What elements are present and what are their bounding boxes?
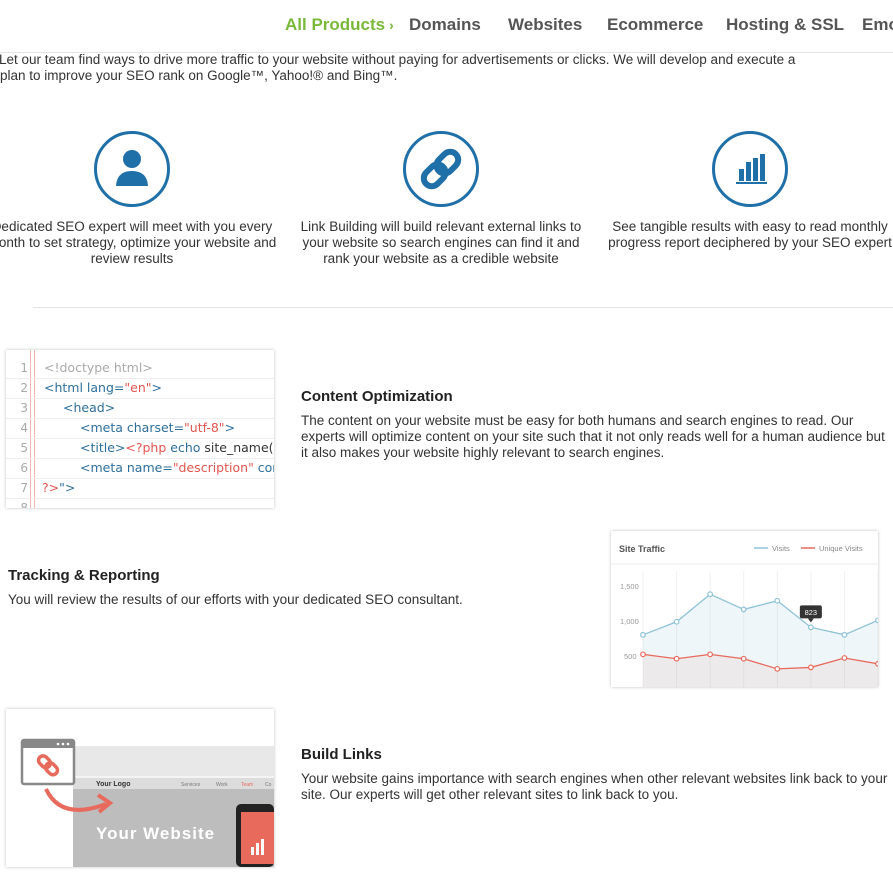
feature-link-building: Link Building will build relevant extern… — [296, 131, 586, 267]
data-point — [875, 617, 878, 624]
data-point — [841, 655, 848, 661]
nav-item-label: All Products — [285, 15, 386, 34]
section-title-tracking: Tracking & Reporting — [8, 567, 160, 584]
divider — [33, 307, 893, 308]
nav-ecommerce[interactable]: Ecommerce — [607, 15, 703, 35]
data-point — [841, 631, 848, 638]
chart-title: Site Traffic — [619, 544, 665, 554]
tooltip-value: 823 — [805, 608, 818, 617]
data-point — [707, 591, 714, 598]
data-point — [774, 665, 781, 672]
intro-text: Let our team find ways to drive more tra… — [0, 52, 796, 83]
svg-text:Co: Co — [265, 782, 272, 788]
nav-email[interactable]: Emo — [862, 15, 893, 35]
section-text-build-links: Your website gains importance with searc… — [301, 771, 888, 802]
data-point — [807, 664, 814, 671]
data-point — [875, 660, 878, 667]
top-nav: All Products › Domains Websites Ecommerce… — [0, 0, 893, 53]
nav-all-products[interactable]: All Products › — [285, 15, 394, 35]
data-point — [640, 651, 646, 658]
data-point — [673, 655, 680, 662]
data-point — [774, 597, 781, 604]
user-icon — [94, 131, 170, 207]
code-illustration: 1 <!doctype html> 2 <html lang="en"> 3 <hea… — [6, 350, 274, 508]
section-title-content-optimization: Content Optimization — [301, 388, 453, 405]
data-point — [673, 618, 680, 625]
svg-text:Services: Services — [181, 782, 201, 788]
nav-hosting-ssl[interactable]: Hosting & SSL — [726, 15, 844, 35]
section-title-build-links: Build Links — [301, 746, 382, 763]
data-point — [707, 651, 714, 658]
feature-results: See tangible results with easy to read m… — [605, 131, 893, 251]
data-point — [740, 606, 747, 613]
tooltip-pointer — [807, 618, 814, 623]
legend-unique-visits: Unique Visits — [819, 544, 863, 553]
bar-chart-icon — [712, 131, 788, 207]
link-icon — [403, 131, 479, 207]
y-tick-label: 1,500 — [620, 582, 639, 591]
section-text-content-optimization: The content on your website must be easy… — [301, 413, 885, 460]
feature-text: Dedicated SEO expert will meet with you … — [0, 219, 277, 266]
site-traffic-chart: Site Traffic Visits Unique Visits 1,500 … — [611, 531, 878, 687]
legend-visits: Visits — [772, 544, 790, 553]
section-text-tracking: You will review the results of our effor… — [8, 592, 463, 607]
nav-domains[interactable]: Domains — [409, 15, 481, 35]
mock-hero-text: Your Website — [96, 824, 215, 843]
y-tick-label: 1,000 — [620, 617, 639, 626]
website-illustration: Your Logo Services Work Team Co Your Web… — [6, 709, 274, 867]
feature-seo-expert: Dedicated SEO expert will meet with you … — [0, 131, 277, 267]
svg-text:Team: Team — [241, 782, 253, 788]
traffic-chart-svg: Site Traffic Visits Unique Visits 1,500 … — [611, 544, 878, 687]
y-tick-label: 500 — [624, 652, 637, 661]
mock-logo: Your Logo — [96, 781, 130, 788]
svg-text:Work: Work — [216, 782, 228, 788]
feature-text: See tangible results with easy to read m… — [608, 219, 892, 250]
data-point — [740, 655, 747, 662]
feature-text: Link Building will build relevant extern… — [300, 219, 582, 266]
chevron-right-icon: › — [389, 17, 394, 33]
data-point — [640, 631, 646, 638]
data-point — [807, 624, 814, 631]
nav-websites[interactable]: Websites — [508, 15, 582, 35]
